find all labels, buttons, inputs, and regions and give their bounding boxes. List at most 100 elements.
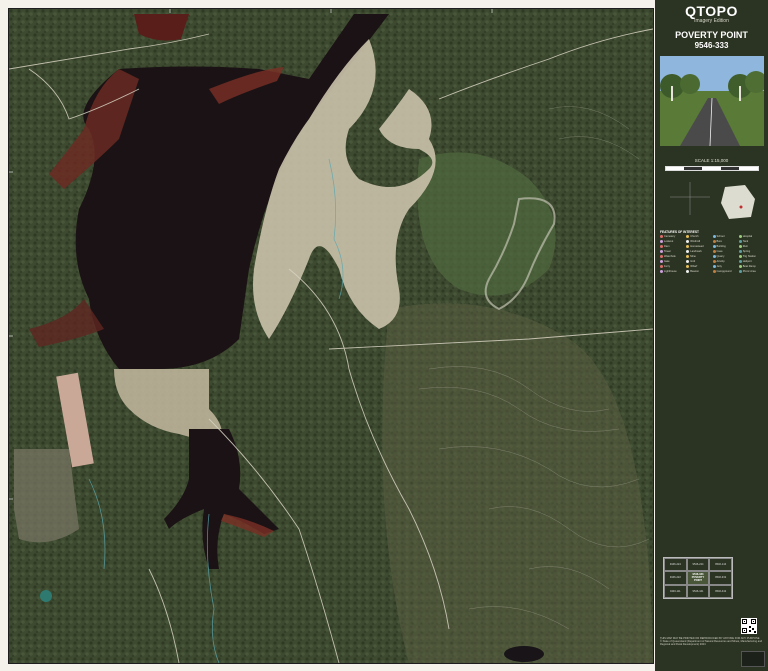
location-marker	[739, 205, 743, 209]
legend-label: Building	[716, 244, 726, 248]
legend-symbol-icon	[686, 254, 690, 258]
legend-symbol-icon	[712, 264, 716, 268]
index-cell[interactable]: 9546-333 POVERTY POINT	[686, 571, 710, 585]
legend-label: Dam	[664, 244, 670, 248]
legend: Cemetery Church School Hospital Lookout Windm…	[655, 234, 768, 273]
legend-label: Trig Station	[742, 254, 756, 258]
legend-symbol-icon	[686, 259, 690, 263]
legend-label: Hospital	[742, 234, 753, 238]
legend-item: Tank	[738, 239, 763, 243]
legend-symbol-icon	[686, 249, 690, 253]
legend-item: Picnic Area	[738, 269, 763, 273]
legend-item: Ferry	[660, 264, 684, 268]
legend-symbol-icon	[660, 249, 663, 253]
legend-label: Jetty	[716, 264, 722, 268]
legend-label: Wharf	[690, 264, 698, 268]
qr-icon	[742, 619, 756, 633]
legend-item: Hospital	[738, 234, 763, 238]
legend-label: Bore	[716, 239, 722, 243]
legend-symbol-icon	[738, 264, 742, 268]
legend-symbol-icon	[686, 269, 690, 273]
legend-item: Dam	[660, 244, 684, 248]
legend-item: Spring	[738, 249, 763, 253]
legend-label: Cave	[716, 249, 723, 253]
legend-item: Grid	[686, 259, 710, 263]
legend-item: Wharf	[686, 264, 710, 268]
footer-line: © State of Queensland (Department of Nat…	[660, 640, 763, 647]
legend-label: Airstrip	[716, 259, 725, 263]
legend-symbol-icon	[686, 244, 690, 248]
legend-label: Heliport	[742, 259, 752, 263]
qr-code[interactable]	[741, 618, 757, 634]
legend-item: Homestead	[686, 244, 710, 248]
legend-label: Mine	[690, 254, 696, 258]
index-cell[interactable]: 9546-441	[686, 584, 710, 598]
town-area	[14, 449, 79, 543]
legend-symbol-icon	[738, 259, 742, 263]
index-cell[interactable]: 9546-224	[686, 558, 710, 572]
legend-symbol-icon	[660, 244, 663, 248]
legend-label: Lighthouse	[664, 269, 677, 273]
queensland-outline	[721, 185, 755, 219]
map-imagery[interactable]	[8, 8, 654, 664]
legend-item: Gate	[660, 259, 684, 263]
legend-item: School	[712, 234, 737, 238]
legend-symbol-icon	[738, 254, 742, 258]
index-cell[interactable]: 9446-111	[664, 584, 687, 598]
legend-item: Mine	[686, 254, 710, 258]
legend-symbol-icon	[738, 244, 742, 248]
legend-item: Trig Station	[738, 254, 763, 258]
legend-symbol-icon	[660, 254, 663, 258]
legend-label: Gate	[664, 259, 670, 263]
legend-item: Quarry	[712, 254, 737, 258]
index-cell[interactable]: 9546-144	[709, 558, 732, 572]
legend-label: Tank	[742, 239, 749, 243]
index-cell[interactable]: 9446-224	[664, 558, 687, 572]
road-photo	[659, 56, 764, 146]
footer-notice: THIS MAP MAY BE PRINTED OR REPRODUCED BY…	[660, 637, 764, 647]
sheet-name: POVERTY POINT	[675, 30, 748, 40]
legend-symbol-icon	[738, 239, 742, 243]
legend-item: Building	[712, 244, 737, 248]
index-cell[interactable]: 9546-442	[709, 584, 732, 598]
legend-label: Spring	[742, 249, 751, 253]
legend-item: Bore	[712, 239, 737, 243]
legend-item: Beacon	[686, 269, 710, 273]
map-index: 9446-224 9546-224 9546-144 9446-222 9546-333…	[663, 557, 733, 599]
info-panel: QTOPO Imagery Edition POVERTY POINT 9546…	[655, 0, 768, 671]
legend-item: Heliport	[738, 259, 763, 263]
legend-item: Cemetery	[660, 234, 684, 238]
legend-item: Waterhole	[660, 254, 684, 258]
cover-photo	[659, 56, 764, 146]
legend-symbol-icon	[660, 264, 663, 268]
government-logo	[741, 651, 765, 667]
scale-bar	[664, 166, 759, 171]
scale-label: SCALE 1:15,000	[694, 158, 729, 163]
legend-item: Tower	[660, 249, 684, 253]
brand-title: QTOPO	[685, 3, 738, 19]
legend-label: Quarry	[716, 254, 725, 258]
index-cell[interactable]: 9546-332	[709, 571, 732, 585]
legend-item: Campground	[712, 269, 737, 273]
legend-symbol-icon	[660, 234, 663, 238]
legend-label: Grid	[690, 259, 696, 263]
legend-label: Campground	[716, 269, 732, 273]
legend-label: Landmark	[690, 249, 702, 253]
legend-label: Ruin	[742, 244, 749, 248]
legend-item: Ruin	[738, 244, 763, 248]
brand-subtitle: Imagery Edition	[694, 18, 729, 24]
map-sheet: QTOPO Imagery Edition POVERTY POINT 9546…	[0, 0, 768, 671]
legend-label: School	[716, 234, 725, 238]
legend-item: Lookout	[660, 239, 684, 243]
legend-label: Waterhole	[664, 254, 676, 258]
legend-item: Airstrip	[712, 259, 737, 263]
index-cell[interactable]: 9446-222	[664, 571, 687, 585]
legend-symbol-icon	[712, 244, 716, 248]
legend-symbol-icon	[738, 234, 742, 238]
legend-label: Tower	[664, 249, 671, 253]
brand-block: QTOPO Imagery Edition	[655, 3, 768, 24]
legend-label: Beacon	[690, 269, 700, 273]
legend-item: Boat Ramp	[738, 264, 763, 268]
legend-item: Church	[686, 234, 710, 238]
sheet-number: 9546-333	[694, 41, 729, 50]
